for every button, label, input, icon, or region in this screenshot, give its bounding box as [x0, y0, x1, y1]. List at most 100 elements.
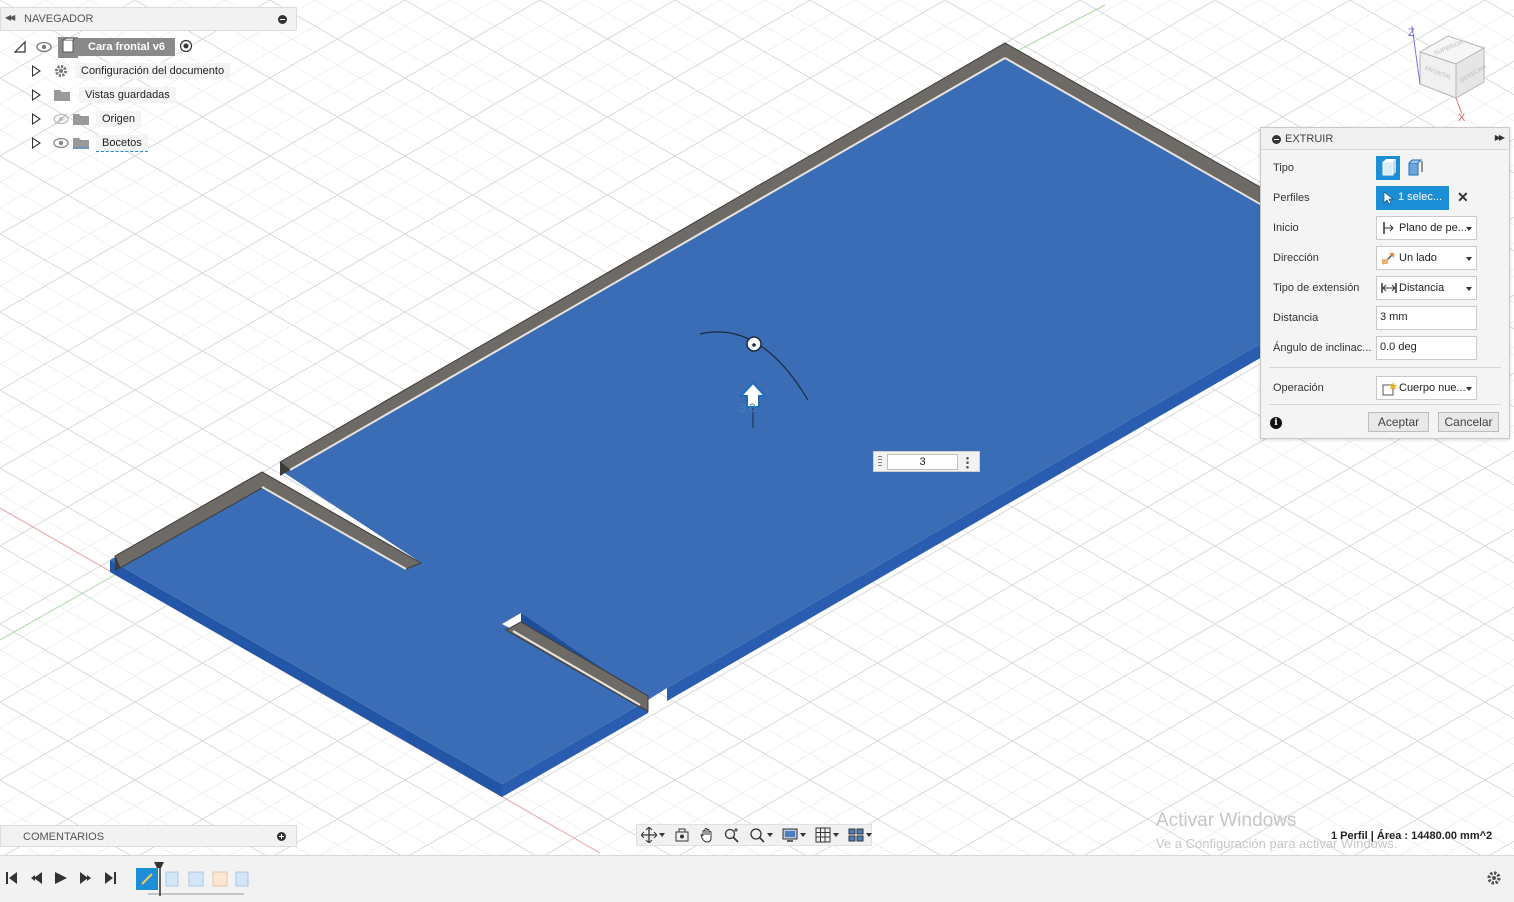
gear-icon [53, 63, 69, 79]
timeline-extrude2-icon[interactable] [235, 871, 249, 887]
expand-triangle-icon[interactable] [32, 65, 41, 77]
tree-item-label[interactable]: Configuración del documento [75, 63, 231, 79]
row-tipo-extension: Tipo de extensión Distancia [1261, 273, 1509, 303]
tipo-extension-label: Tipo de extensión [1273, 282, 1360, 294]
orbit-button[interactable] [641, 826, 665, 844]
viewports-button[interactable] [848, 826, 872, 844]
row-perfiles: Perfiles 1 selec... ✕ [1261, 183, 1509, 213]
tree-item-config[interactable]: Configuración del documento [32, 61, 231, 81]
new-body-icon [1382, 382, 1397, 396]
look-at-button[interactable] [674, 826, 690, 844]
visibility-eye-icon[interactable] [36, 41, 52, 53]
operation-dropdown[interactable]: Cuerpo nue... [1376, 376, 1477, 400]
direction-value: Un lado [1399, 252, 1437, 264]
profiles-select-button[interactable]: 1 selec... [1376, 186, 1449, 210]
distance-value-input[interactable]: 3 [873, 451, 980, 472]
tree-item-saved-views[interactable]: Vistas guardadas [32, 85, 176, 105]
browser-title: NAVEGADOR [24, 13, 94, 25]
timeline-sketch2-icon[interactable] [188, 871, 204, 887]
type-solid-button[interactable] [1376, 156, 1400, 180]
collapse-dialog-icon[interactable] [1272, 135, 1281, 144]
grid-settings-button[interactable] [815, 826, 839, 844]
direction-dropdown[interactable]: Un lado [1376, 246, 1477, 270]
more-options-icon[interactable] [966, 456, 969, 469]
timeline-features[interactable] [134, 862, 254, 898]
operacion-label: Operación [1273, 382, 1324, 394]
timeline-bar [0, 855, 1514, 902]
display-settings-button[interactable] [782, 826, 806, 844]
chevron-down-icon [1466, 387, 1472, 391]
tree-item-label[interactable]: Bocetos [96, 134, 148, 152]
navigation-toolbar [636, 824, 872, 846]
collapse-triangle-icon[interactable] [13, 40, 27, 54]
fit-button[interactable] [749, 826, 773, 844]
comments-panel: COMENTARIOS [0, 825, 297, 847]
hand-icon [700, 828, 712, 843]
tree-item-origin[interactable]: Origen [32, 109, 142, 129]
inicio-label: Inicio [1273, 222, 1299, 234]
chevron-down-icon [1466, 227, 1472, 231]
row-distancia: Distancia 3 mm [1261, 303, 1509, 333]
taper-angle-input[interactable]: 0.0 deg [1376, 336, 1477, 360]
ok-button[interactable]: Aceptar [1368, 412, 1429, 432]
tree-item-label[interactable]: Origen [96, 111, 142, 127]
root-component-label[interactable]: Cara frontal v6 [78, 38, 176, 56]
extrude-dialog-header: EXTRUIR ▶▶ [1261, 128, 1509, 150]
info-icon[interactable]: i [1270, 417, 1282, 429]
start-value: Plano de pe... [1399, 222, 1467, 234]
row-operacion: Operación Cuerpo nue... [1261, 373, 1509, 403]
chevron-down-icon [866, 833, 872, 837]
view-cube[interactable]: Z X SUPERIOR FRONTAL DERECHA [1398, 22, 1508, 127]
add-comment-icon[interactable] [277, 832, 286, 841]
grid-icon [815, 827, 831, 843]
chevron-down-icon [1466, 257, 1472, 261]
profiles-value: 1 selec... [1398, 191, 1443, 203]
timeline-marker-icon[interactable] [154, 862, 164, 868]
chevron-down-icon [800, 833, 806, 837]
tree-item-sketches[interactable]: Bocetos [32, 133, 148, 153]
expand-triangle-icon[interactable] [32, 137, 41, 149]
zoom-button[interactable] [724, 826, 740, 844]
tipo-label: Tipo [1273, 162, 1294, 174]
display-icon [782, 828, 798, 842]
tree-root[interactable]: Cara frontal v6 [13, 36, 193, 58]
extent-type-dropdown[interactable]: Distancia [1376, 276, 1477, 300]
tree-item-label[interactable]: Vistas guardadas [79, 87, 176, 103]
direccion-label: Dirección [1273, 252, 1319, 264]
collapse-panel-icon[interactable]: ◀◀ [5, 13, 15, 22]
chevron-down-icon [767, 833, 773, 837]
expand-triangle-icon[interactable] [32, 89, 41, 101]
cursor-arrow-icon [1383, 191, 1394, 205]
browser-pin-icon[interactable] [278, 15, 287, 24]
row-angulo: Ángulo de inclinac... 0.0 deg [1261, 333, 1509, 363]
clear-selection-icon[interactable]: ✕ [1457, 189, 1469, 206]
go-to-start-icon[interactable] [6, 871, 18, 888]
timeline-extrude-icon[interactable] [165, 871, 179, 887]
go-to-end-icon[interactable] [104, 871, 116, 888]
distance-input[interactable]: 3 mm [1376, 306, 1477, 330]
timeline-sketch3-icon[interactable] [212, 871, 228, 887]
row-direccion: Dirección Un lado [1261, 243, 1509, 273]
cancel-button[interactable]: Cancelar [1438, 412, 1499, 432]
drag-handle-icon[interactable] [878, 456, 882, 468]
folder-icon [72, 112, 90, 126]
zoom-icon [724, 828, 739, 843]
timeline-settings-gear-icon[interactable] [1486, 870, 1502, 889]
expand-dialog-icon[interactable]: ▶▶ [1495, 133, 1505, 142]
type-thin-button[interactable] [1404, 156, 1428, 180]
folder-icon [53, 88, 71, 102]
start-dropdown[interactable]: Plano de pe... [1376, 216, 1477, 240]
distance-value-field[interactable]: 3 [887, 454, 958, 470]
divider [1269, 367, 1501, 368]
divider [1269, 404, 1501, 405]
one-side-icon [1382, 253, 1394, 265]
step-forward-icon[interactable] [78, 871, 92, 888]
expand-triangle-icon[interactable] [32, 113, 41, 125]
activate-radio-icon[interactable] [179, 39, 193, 56]
hidden-eye-icon[interactable] [53, 113, 69, 125]
distancia-label: Distancia [1273, 312, 1319, 324]
play-icon[interactable] [54, 871, 68, 888]
pan-button[interactable] [699, 826, 715, 844]
step-back-icon[interactable] [30, 871, 44, 888]
visibility-eye-icon[interactable] [53, 137, 69, 149]
